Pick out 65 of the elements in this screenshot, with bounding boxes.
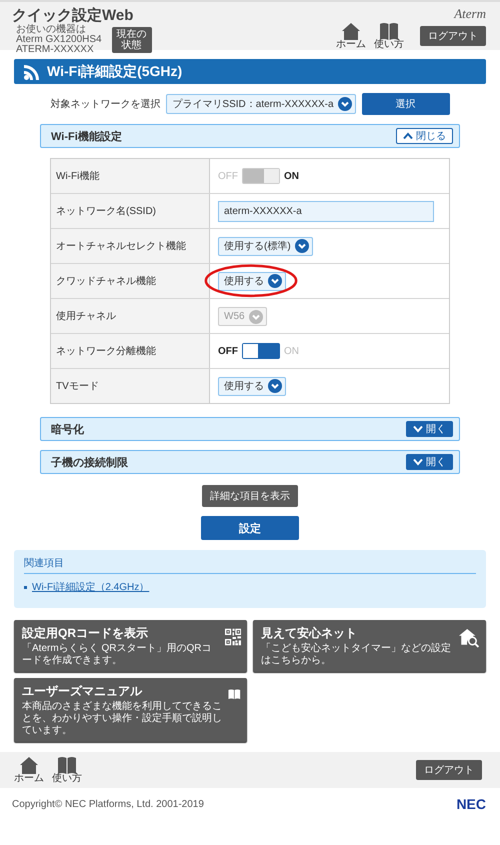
book-icon [57,756,77,774]
home-button[interactable]: ホーム [14,756,44,784]
brand-logo: NEC [456,796,486,812]
book-icon [379,22,399,40]
chevron-up-icon [403,132,413,140]
off-label: OFF [218,170,238,182]
status-button[interactable]: 現在の状態 [112,27,152,53]
chevron-down-icon [413,458,423,466]
section-title: 暗号化 [51,422,84,436]
card-title: 設定用QRコードを表示 [22,625,149,642]
dropdown[interactable]: 使用する(標準) [218,236,313,256]
chevron-down-icon [248,310,263,324]
dropdown[interactable]: 使用する [218,272,286,291]
chevron-down-icon [268,274,282,288]
setting-label: ネットワーク分離機能 [51,334,210,368]
copyright: Copyright© NEC Platforms, Ltd. 2001-2019 [12,798,204,810]
shortcut-card[interactable]: ユーザーズマニュアル 本商品のさまざまな機能を利用してできることを、わかりやすい操作・設定手順で説明しています。 [14,678,247,742]
setting-label: 使用チャネル [51,299,210,333]
chevron-down-icon [294,239,309,254]
chevron-down-icon [413,425,423,433]
device-info: お使いの機器は Aterm GX1200HS4 ATERM-XXXXXX [15,25,102,55]
chevron-down-icon [338,97,352,111]
network-select[interactable]: プライマリSSID：aterm-XXXXXX-a [166,94,356,114]
home-button[interactable]: ホーム [336,22,366,50]
setting-label: TVモード [51,369,210,403]
network-select-label: 対象ネットワークを選択 [50,98,160,111]
off-label: OFF [218,346,238,356]
card-description: 「Atermらくらく QRスタート」用のQRコードを作成できます。 [22,643,212,667]
setting-label: オートチャネルセレクト機能 [51,229,210,263]
setting-label: クワッドチャネル機能 [51,264,210,298]
toggle-switch[interactable] [242,343,280,359]
page-title: Wi-Fi詳細設定(5GHz) [47,62,182,80]
section-title: 子機の接続制限 [51,456,128,470]
submit-button[interactable]: 設定 [201,516,299,540]
card-title: 見えて安心ネット [261,625,358,642]
shortcut-card[interactable]: 見えて安心ネット 「こども安心ネットタイマー」などの設定はこちらから。 [253,620,486,672]
guide-button[interactable]: 使い方 [52,756,82,784]
shortcut-card[interactable]: 設定用QRコードを表示 「Atermらくらく QRスタート」用のQRコードを作成できます。 [14,620,247,672]
setting-label: Wi-Fi機能 [51,159,210,193]
section-title: Wi-Fi機能設定 [51,130,122,144]
expand-button[interactable]: 開く [406,421,453,437]
related-link[interactable]: Wi-Fi詳細設定（2.4GHz） [32,580,150,594]
on-label: ON [284,346,299,356]
dropdown[interactable]: 使用する [218,376,286,396]
logout-button[interactable]: ログアウト [416,760,482,780]
home-icon [19,756,39,774]
card-description: 「こども安心ネットタイマー」などの設定はこちらから。 [261,643,452,667]
setting-label: ネットワーク名(SSID) [51,194,210,228]
show-details-button[interactable]: 詳細な項目を表示 [202,485,298,507]
wifi-icon [23,62,41,80]
chevron-down-icon [268,379,282,394]
bullet-icon [24,586,27,588]
guide-button[interactable]: 使い方 [374,22,404,50]
card-title: ユーザーズマニュアル [22,683,144,700]
home-icon [341,22,361,40]
logout-button[interactable]: ログアウト [420,26,486,46]
select-button[interactable]: 選択 [362,93,450,115]
on-label: ON [284,170,299,182]
expand-button[interactable]: 開く [406,454,453,470]
card-description: 本商品のさまざまな機能を利用してできることを、わかりやすい操作・設定手順で説明しています。 [22,701,223,737]
collapse-button[interactable]: 閉じる [396,128,453,144]
logo: Aterm [454,6,486,22]
app-title: クイック設定Web [12,6,134,24]
ssid-field[interactable]: aterm-XXXXXX-a [218,200,434,222]
related-title: 関連項目 [24,556,476,574]
